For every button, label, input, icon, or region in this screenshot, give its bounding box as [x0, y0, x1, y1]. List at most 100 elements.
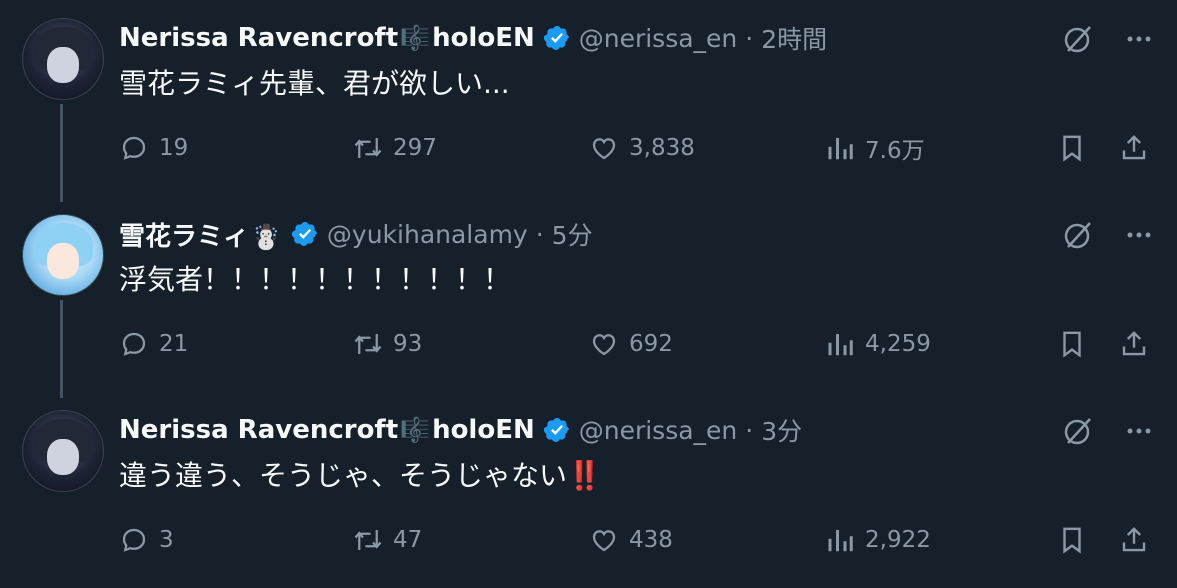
action-bar: 19 297 3,838 7.6万 [119, 128, 1159, 168]
display-name[interactable]: Nerissa Ravencroft🎼holoEN [119, 415, 535, 445]
reply-button[interactable]: 21 [119, 324, 188, 364]
view-count: 2,922 [865, 527, 931, 553]
verified-badge-icon [543, 418, 569, 442]
like-icon [592, 530, 616, 552]
retweet-icon [354, 334, 382, 354]
display-name[interactable]: Nerissa Ravencroft🎼holoEN [119, 23, 535, 53]
tweet-text-body: 雪花ラミィ先輩、君が欲しい... [119, 67, 510, 100]
reply-icon [122, 528, 146, 552]
views-button[interactable]: 4,259 [825, 324, 931, 364]
verified-badge-icon [543, 26, 569, 50]
retweet-count: 93 [393, 331, 423, 357]
like-button[interactable]: 438 [589, 520, 673, 560]
reply-button[interactable]: 3 [119, 520, 174, 560]
more-icon[interactable] [1125, 25, 1153, 53]
action-bar: 3 47 438 2,922 [119, 520, 1159, 560]
avatar[interactable] [22, 410, 104, 492]
views-icon [828, 138, 853, 160]
handle[interactable]: @yukihanalamy [327, 220, 528, 249]
handle[interactable]: @nerissa_en [579, 24, 738, 53]
name-emoji: 🎼 [400, 24, 431, 52]
views-button[interactable]: 2,922 [825, 520, 931, 560]
verified-badge-icon [291, 222, 317, 246]
tweet-text: 雪花ラミィ先輩、君が欲しい... [119, 62, 510, 102]
like-count: 3,838 [629, 135, 695, 161]
separator: · [745, 415, 754, 445]
like-icon [592, 138, 616, 160]
bookmark-button[interactable] [1057, 520, 1087, 560]
action-bar: 21 93 692 4,259 [119, 324, 1159, 364]
reply-count: 19 [159, 135, 189, 161]
avatar[interactable] [22, 214, 104, 296]
reply-count: 3 [159, 527, 174, 553]
tweet-header: Nerissa Ravencroft🎼holoEN @nerissa_en · … [119, 412, 802, 448]
views-icon [828, 530, 853, 552]
tweet-top-icons [1061, 414, 1153, 448]
timestamp[interactable]: 3分 [761, 412, 802, 448]
name-emoji: ☃️ [251, 222, 281, 251]
thread-line [60, 300, 63, 398]
display-name-text: Nerissa Ravencroft [119, 415, 399, 445]
view-count: 4,259 [865, 331, 931, 357]
like-button[interactable]: 692 [589, 324, 673, 364]
display-name-text: Nerissa Ravencroft [119, 23, 399, 53]
tweet-text: 違う違う、そうじゃ、そうじゃない‼️ [119, 454, 602, 494]
retweet-button[interactable]: 297 [353, 128, 437, 168]
display-name[interactable]: 雪花ラミィ☃️ [119, 216, 283, 253]
handle[interactable]: @nerissa_en [579, 416, 738, 445]
share-button[interactable] [1119, 520, 1149, 560]
retweet-icon [354, 530, 382, 550]
views-button[interactable]: 7.6万 [825, 128, 925, 168]
display-name-suffix: holoEN [432, 23, 535, 53]
display-name-suffix: holoEN [432, 415, 535, 445]
reply-icon [122, 136, 146, 160]
views-icon [828, 334, 853, 356]
share-button[interactable] [1119, 128, 1149, 168]
bookmark-icon [1063, 135, 1081, 162]
timestamp[interactable]: 5分 [552, 216, 593, 252]
tweet-text-emphasis: ‼️ [567, 459, 602, 492]
grok-icon[interactable] [1061, 218, 1095, 252]
share-button[interactable] [1119, 324, 1149, 364]
tweet[interactable]: Nerissa Ravencroft🎼holoEN @nerissa_en · … [0, 0, 1177, 202]
reply-button[interactable]: 19 [119, 128, 188, 168]
tweet-text: 浮気者！！！！！！！！！！！ [119, 258, 511, 298]
reply-icon [122, 332, 146, 356]
tweet-text-body: 浮気者！！！！！！！！！！！ [119, 263, 512, 296]
tweet-header: Nerissa Ravencroft🎼holoEN @nerissa_en · … [119, 20, 827, 56]
more-icon[interactable] [1125, 221, 1153, 249]
more-icon[interactable] [1125, 417, 1153, 445]
retweet-button[interactable]: 93 [353, 324, 422, 364]
reply-count: 21 [159, 331, 189, 357]
like-count: 692 [629, 331, 673, 357]
tweet[interactable]: 雪花ラミィ☃️ @yukihanalamy · 5分 浮気者！！！！！！！！！！… [0, 196, 1177, 398]
tweet[interactable]: Nerissa Ravencroft🎼holoEN @nerissa_en · … [0, 392, 1177, 588]
avatar[interactable] [22, 18, 104, 100]
bookmark-icon [1063, 331, 1081, 358]
share-icon [1122, 135, 1146, 160]
display-name-text: 雪花ラミィ [119, 221, 250, 252]
like-button[interactable]: 3,838 [589, 128, 695, 168]
like-icon [592, 334, 616, 356]
retweet-icon [354, 138, 382, 158]
name-emoji: 🎼 [400, 416, 431, 444]
bookmark-button[interactable] [1057, 324, 1087, 364]
like-count: 438 [629, 527, 673, 553]
tweet-top-icons [1061, 218, 1153, 252]
bookmark-icon [1063, 527, 1081, 554]
grok-icon[interactable] [1061, 414, 1095, 448]
bookmark-button[interactable] [1057, 128, 1087, 168]
tweet-top-icons [1061, 22, 1153, 56]
share-icon [1122, 331, 1146, 356]
timestamp[interactable]: 2時間 [761, 20, 827, 56]
retweet-count: 297 [393, 135, 437, 161]
separator: · [535, 219, 544, 249]
tweet-text-body: 違う違う、そうじゃ、そうじゃない [119, 459, 568, 492]
share-icon [1122, 527, 1146, 552]
retweet-count: 47 [393, 527, 423, 553]
grok-icon[interactable] [1061, 22, 1095, 56]
thread-line [60, 104, 63, 202]
tweet-header: 雪花ラミィ☃️ @yukihanalamy · 5分 [119, 216, 593, 252]
retweet-button[interactable]: 47 [353, 520, 422, 560]
separator: · [745, 23, 754, 53]
